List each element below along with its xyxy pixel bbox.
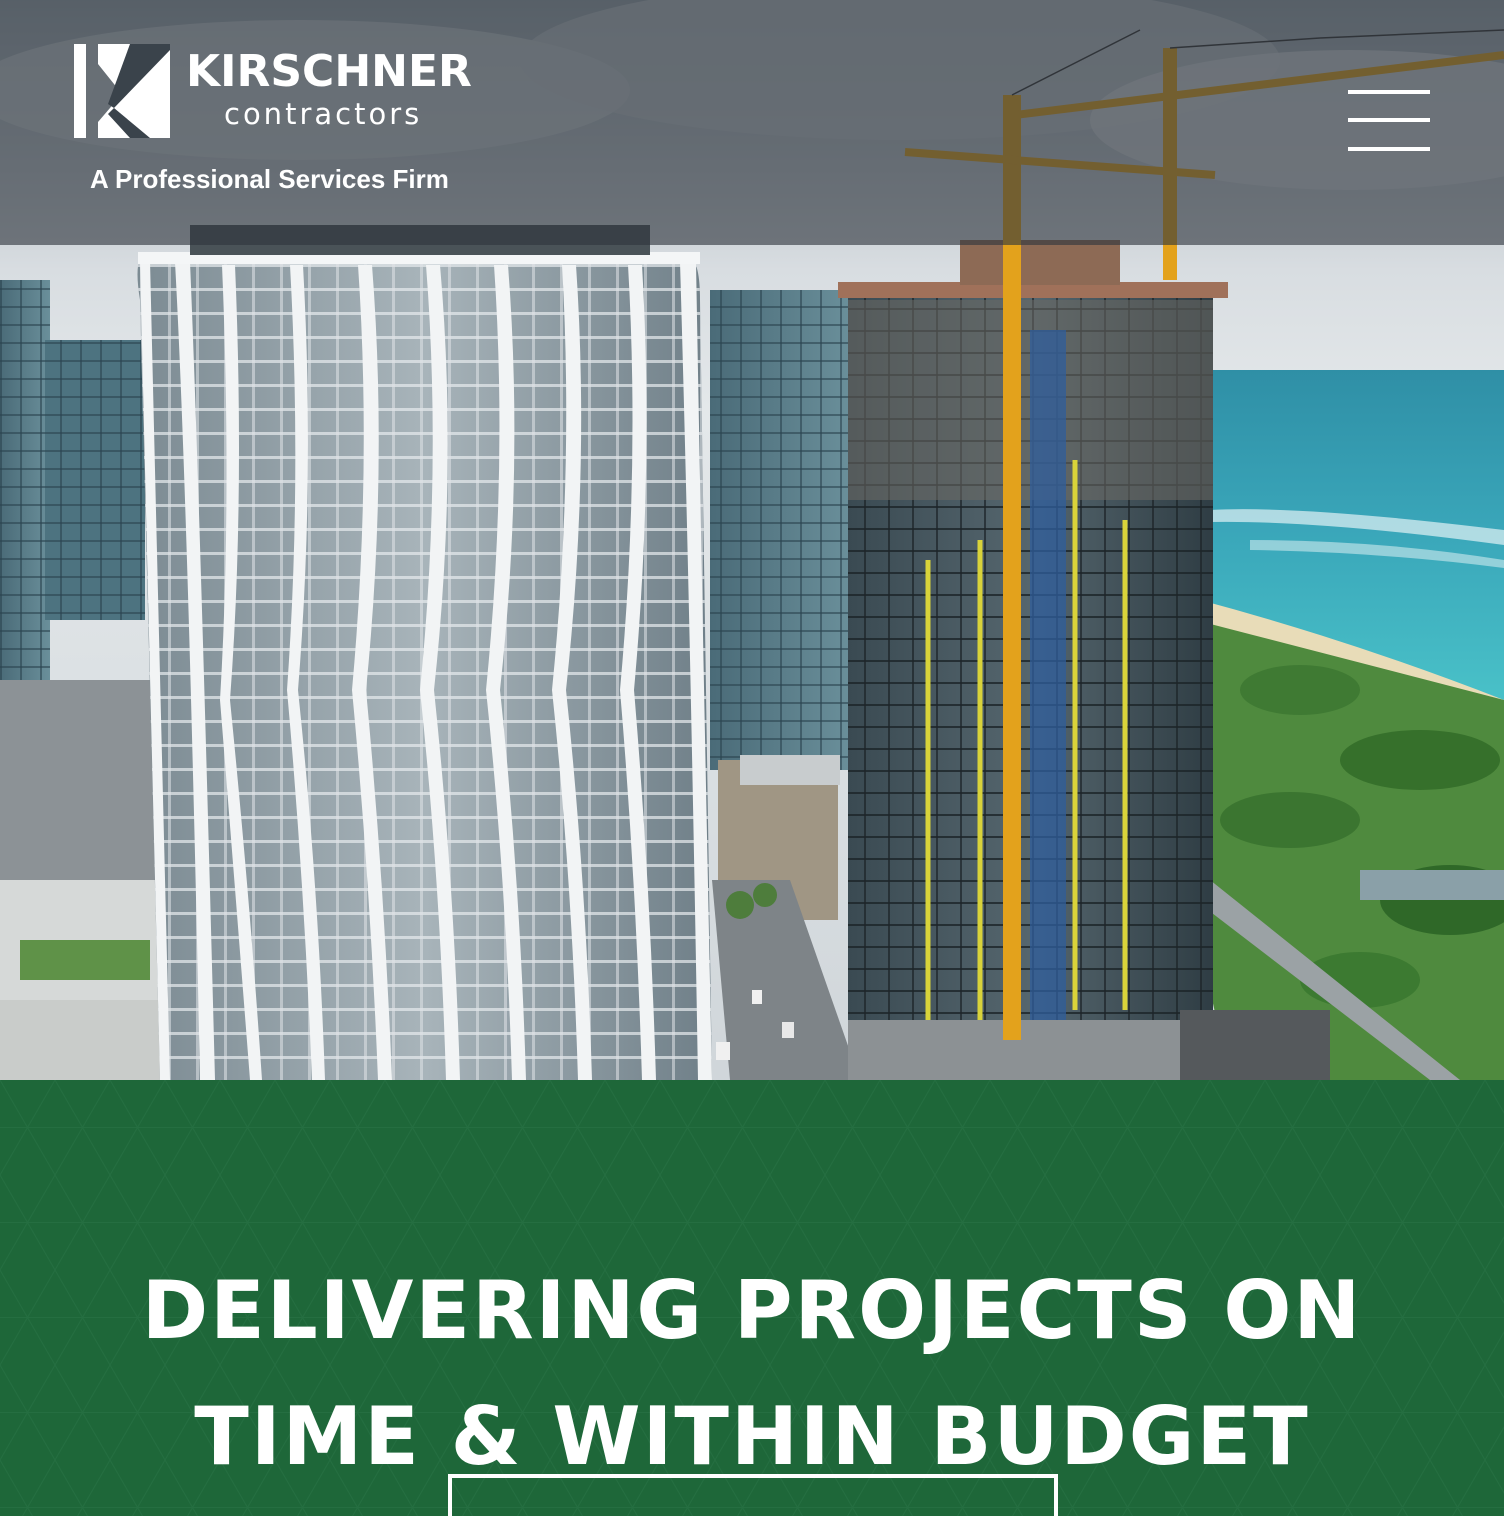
- menu-bar-middle: [1348, 118, 1430, 122]
- site-header: KIRSCHNER contractors A Professional Ser…: [0, 0, 1504, 245]
- menu-bar-top: [1348, 90, 1430, 94]
- cta-section: DELIVERING PROJECTS ON TIME & WITHIN BUD…: [0, 1080, 1504, 1516]
- cta-button[interactable]: [448, 1474, 1058, 1516]
- headline-line-1: DELIVERING PROJECTS ON: [141, 1263, 1363, 1357]
- menu-bar-bottom: [1348, 147, 1430, 151]
- page: KIRSCHNER contractors A Professional Ser…: [0, 0, 1504, 1516]
- brand-name: KIRSCHNER: [186, 46, 472, 97]
- brand-subname: contractors: [224, 97, 423, 131]
- brand-logo-link[interactable]: KIRSCHNER contractors A Professional Ser…: [74, 44, 494, 204]
- brand-tagline: A Professional Services Firm: [90, 164, 449, 194]
- kirschner-k-logo-icon: [74, 44, 170, 138]
- headline: DELIVERING PROJECTS ON TIME & WITHIN BUD…: [0, 1248, 1504, 1500]
- hamburger-menu-icon[interactable]: [1348, 90, 1430, 154]
